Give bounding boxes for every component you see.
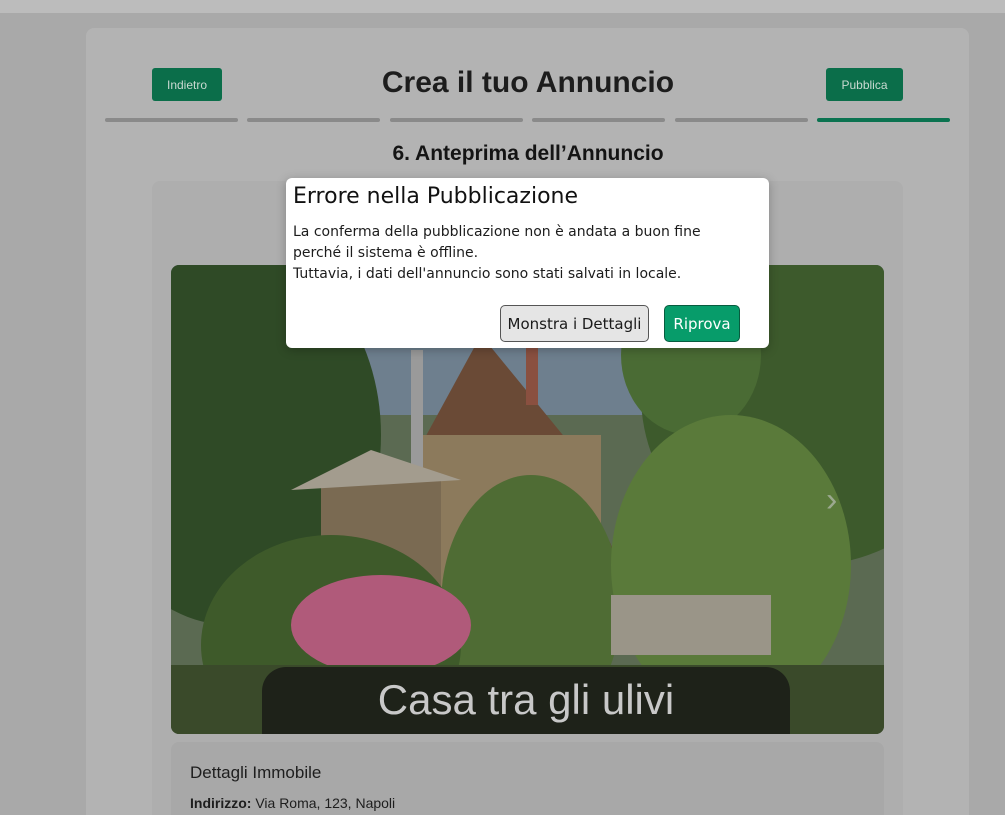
retry-button[interactable]: Riprova <box>664 305 740 342</box>
step-progress-6 <box>817 118 950 122</box>
browser-top-strip <box>0 0 1005 13</box>
step-progress-5 <box>675 118 808 122</box>
photo-caption: Casa tra gli ulivi <box>262 667 790 734</box>
address-label: Indirizzo: <box>190 795 252 811</box>
dialog-message-line-1: La conferma della pubblicazione non è an… <box>293 224 701 261</box>
back-button[interactable]: Indietro <box>152 68 222 101</box>
address-value: Via Roma, 123, Napoli <box>255 795 396 811</box>
chevron-right-icon[interactable]: › <box>826 480 850 520</box>
publish-error-dialog: Errore nella Pubblicazione La conferma d… <box>286 178 769 348</box>
dialog-message-line-2: Tuttavia, i dati dell'annuncio sono stat… <box>293 266 682 282</box>
property-details-heading: Dettagli Immobile <box>190 763 322 782</box>
dialog-title: Errore nella Pubblicazione <box>293 184 579 209</box>
publish-button[interactable]: Pubblica <box>826 68 903 101</box>
address-row: Indirizzo: Via Roma, 123, Napoli <box>190 795 395 811</box>
dialog-message: La conferma della pubblicazione non è an… <box>293 222 733 285</box>
page-title: Crea il tuo Annuncio <box>381 66 675 99</box>
step-progress-2 <box>247 118 380 122</box>
step-progress-3 <box>390 118 523 122</box>
show-details-button[interactable]: Monstra i Dettagli <box>500 305 649 342</box>
step-progress-1 <box>105 118 238 122</box>
step-progress-4 <box>532 118 665 122</box>
step-title: 6. Anteprima dell’Annuncio <box>392 142 664 165</box>
